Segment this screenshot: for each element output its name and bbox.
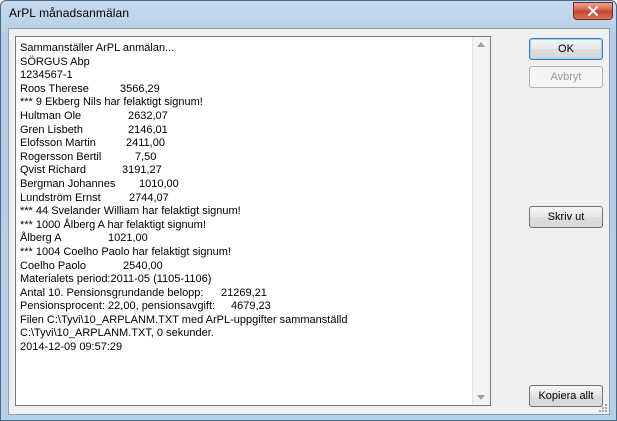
log-line: 2014-12-09 09:57:29 [20, 341, 470, 355]
dialog-client-area: Sammanställer ArPL anmälan... SÖRGUS Abp 1… [8, 28, 610, 415]
log-line: Sammanställer ArPL anmälan... [20, 42, 470, 56]
log-line: Bergman Johannes 1010,00 [20, 178, 470, 192]
log-line-label: *** 44 Svelander William har felaktigt s… [20, 205, 241, 218]
log-line-label: Coelho Paolo [20, 259, 87, 272]
log-line-value: 2540,00 [123, 259, 163, 272]
log-line: *** 44 Svelander William har felaktigt s… [20, 205, 470, 219]
log-line: Qvist Richard 3191,27 [20, 164, 470, 178]
log-line: C:\Tyvi\10_ARPLANM.TXT, 0 sekunder. [20, 327, 470, 341]
log-line-label: *** 9 Ekberg Nils har felaktigt signum! [20, 96, 203, 109]
log-textbox[interactable]: Sammanställer ArPL anmälan... SÖRGUS Abp 1… [15, 36, 491, 406]
log-line-value: 3191,27 [122, 164, 162, 177]
log-line: *** 1004 Coelho Paolo har felaktigt sign… [20, 246, 470, 260]
log-line: Materialets period:2011-05 (1105-1106) [20, 273, 470, 287]
log-line-label: Hultman Ole [20, 109, 82, 122]
log-line-label: Bergman Johannes [20, 177, 116, 190]
log-line-label: C:\Tyvi\10_ARPLANM.TXT, 0 sekunder. [20, 327, 214, 340]
scroll-up-arrow-icon[interactable] [477, 42, 485, 47]
log-line: Pensionsprocent: 22,00, pensionsavgift: 4… [20, 300, 470, 314]
log-line: Lundström Ernst 2744,07 [20, 192, 470, 206]
log-line: *** 9 Ekberg Nils har felaktigt signum! [20, 96, 470, 110]
print-button[interactable]: Skriv ut [529, 206, 603, 228]
log-line-label: *** 1004 Coelho Paolo har felaktigt sign… [20, 245, 231, 258]
close-button[interactable] [573, 2, 613, 20]
cancel-button[interactable]: Avbryt [529, 66, 603, 88]
log-line: Ålberg A 1021,00 [20, 232, 470, 246]
log-line-label: Qvist Richard [20, 164, 87, 177]
scroll-down-arrow-icon[interactable] [477, 395, 485, 400]
log-line-label: Sammanställer ArPL anmälan... [20, 42, 175, 54]
log-line: Gren Lisbeth 2146,01 [20, 124, 470, 138]
log-line-value: 2744,07 [129, 191, 169, 204]
log-content: Sammanställer ArPL anmälan... SÖRGUS Abp 1… [20, 42, 470, 355]
log-line-label: SÖRGUS Abp [20, 55, 90, 68]
log-line-value: 2146,01 [128, 123, 168, 136]
log-line-label: 1234567-1 [20, 69, 73, 82]
log-line: Antal 10. Pensionsgrundande belopp: 21269… [20, 287, 470, 301]
close-icon [588, 6, 598, 16]
log-line-label: Filen C:\Tyvi\10_ARPLANM.TXT med ArPL-up… [20, 313, 348, 326]
log-line: Elofsson Martin 2411,00 [20, 137, 470, 151]
log-line: Hultman Ole 2632,07 [20, 110, 470, 124]
window-title: ArPL månadsanmälan [9, 6, 130, 20]
log-line: 1234567-1 [20, 69, 470, 83]
log-line-value: 4679,23 [231, 300, 271, 313]
log-line-label: Antal 10. Pensionsgrundande belopp: [20, 286, 204, 299]
log-line-label: Lundström Ernst [20, 191, 101, 204]
log-line-value: 2632,07 [128, 109, 168, 122]
title-bar[interactable]: ArPL månadsanmälan [1, 1, 616, 27]
log-line-label: Ålberg A [20, 232, 62, 245]
log-line-value: 1010,00 [139, 177, 179, 190]
log-line-label: Pensionsprocent: 22,00, pensionsavgift: [20, 300, 216, 313]
copy-all-button[interactable]: Kopiera allt [529, 385, 603, 407]
log-line-label: Materialets period:2011-05 (1105-1106) [20, 273, 212, 286]
vertical-scrollbar[interactable] [472, 37, 490, 405]
log-line-label: 2014-12-09 09:57:29 [20, 341, 123, 354]
log-line: Coelho Paolo 2540,00 [20, 260, 470, 274]
log-line-label: Rogersson Bertil [20, 150, 102, 163]
log-line-label: Elofsson Martin [20, 137, 96, 150]
log-line: Rogersson Bertil 7,50 [20, 151, 470, 165]
log-line-label: Roos Therese [20, 82, 89, 95]
log-line: Roos Therese 3566,29 [20, 83, 470, 97]
resize-grip-icon[interactable] [597, 402, 607, 412]
log-line-value: 7,50 [135, 150, 157, 163]
log-line-value: 3566,29 [120, 82, 160, 95]
log-line-value: 2411,00 [126, 137, 165, 150]
dialog-window: ArPL månadsanmälan Sammanställer ArPL an… [0, 0, 617, 421]
log-line-label: Gren Lisbeth [20, 123, 83, 136]
log-line: SÖRGUS Abp [20, 56, 470, 70]
log-line-value: 21269,21 [221, 286, 267, 299]
log-line-label: *** 1000 Ålberg A har felaktigt signum! [20, 218, 206, 231]
log-line-value: 1021,00 [108, 232, 148, 245]
log-line: Filen C:\Tyvi\10_ARPLANM.TXT med ArPL-up… [20, 314, 470, 328]
log-line: *** 1000 Ålberg A har felaktigt signum! [20, 219, 470, 233]
ok-button[interactable]: OK [529, 38, 603, 60]
